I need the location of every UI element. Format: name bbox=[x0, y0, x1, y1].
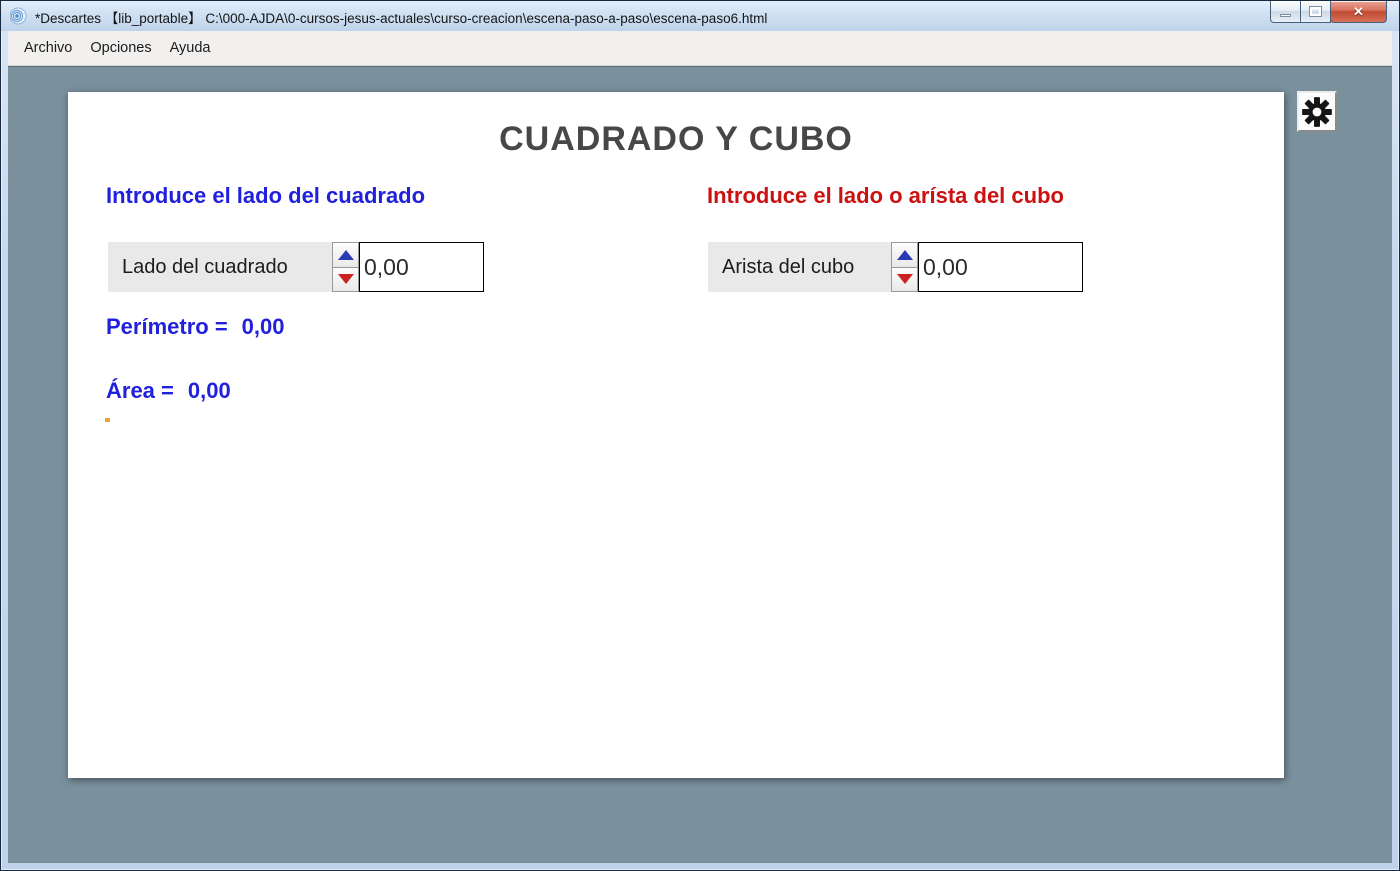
square-side-spinner: Lado del cuadrado bbox=[108, 242, 484, 292]
menu-opciones[interactable]: Opciones bbox=[81, 31, 160, 66]
spin-down-button[interactable] bbox=[332, 268, 359, 293]
spin-up-button[interactable] bbox=[332, 242, 359, 268]
menu-bar: Archivo Opciones Ayuda bbox=[8, 31, 1392, 66]
menu-archivo[interactable]: Archivo bbox=[15, 31, 81, 66]
minimize-icon bbox=[1280, 14, 1291, 17]
cube-edge-spinner: Arista del cubo bbox=[708, 242, 1083, 292]
perimeter-value: 0,00 bbox=[242, 314, 285, 339]
maximize-icon bbox=[1310, 7, 1321, 16]
spin-up-button[interactable] bbox=[891, 242, 918, 268]
area-output: Área = 0,00 bbox=[106, 378, 231, 404]
window-controls: ✕ bbox=[1271, 1, 1387, 23]
perimeter-output: Perímetro = 0,00 bbox=[106, 314, 285, 340]
up-arrow-icon bbox=[338, 250, 354, 260]
minimize-button[interactable] bbox=[1270, 1, 1301, 23]
maximize-button[interactable] bbox=[1300, 1, 1331, 23]
area-value: 0,00 bbox=[188, 378, 231, 403]
spin-down-button[interactable] bbox=[891, 268, 918, 293]
scene-title: CUADRADO Y CUBO bbox=[68, 120, 1284, 159]
menu-ayuda[interactable]: Ayuda bbox=[161, 31, 220, 66]
cube-instruction-label: Introduce el lado o arísta del cubo bbox=[707, 183, 1064, 209]
descartes-app-icon bbox=[10, 7, 28, 25]
perimeter-label: Perímetro = bbox=[106, 314, 228, 339]
close-icon: ✕ bbox=[1353, 5, 1364, 18]
square-side-arrows bbox=[332, 242, 359, 292]
down-arrow-icon bbox=[338, 274, 354, 284]
window-title: *Descartes 【lib_portable】 C:\000-AJDA\0-… bbox=[35, 6, 767, 27]
scene-panel: CUADRADO Y CUBO Introduce el lado del cu… bbox=[68, 92, 1284, 778]
orange-dot bbox=[105, 418, 110, 422]
cube-edge-input[interactable] bbox=[918, 242, 1083, 292]
config-button[interactable] bbox=[1297, 91, 1337, 132]
area-label: Área = bbox=[106, 378, 174, 403]
cube-edge-arrows bbox=[891, 242, 918, 292]
app-window: *Descartes 【lib_portable】 C:\000-AJDA\0-… bbox=[0, 0, 1400, 871]
up-arrow-icon bbox=[897, 250, 913, 260]
gear-icon bbox=[1300, 95, 1334, 129]
close-button[interactable]: ✕ bbox=[1330, 1, 1387, 23]
down-arrow-icon bbox=[897, 274, 913, 284]
square-side-input[interactable] bbox=[359, 242, 484, 292]
cube-edge-label: Arista del cubo bbox=[708, 242, 891, 292]
title-bar[interactable]: *Descartes 【lib_portable】 C:\000-AJDA\0-… bbox=[1, 1, 1399, 31]
square-instruction-label: Introduce el lado del cuadrado bbox=[106, 183, 425, 209]
square-side-label: Lado del cuadrado bbox=[108, 242, 332, 292]
